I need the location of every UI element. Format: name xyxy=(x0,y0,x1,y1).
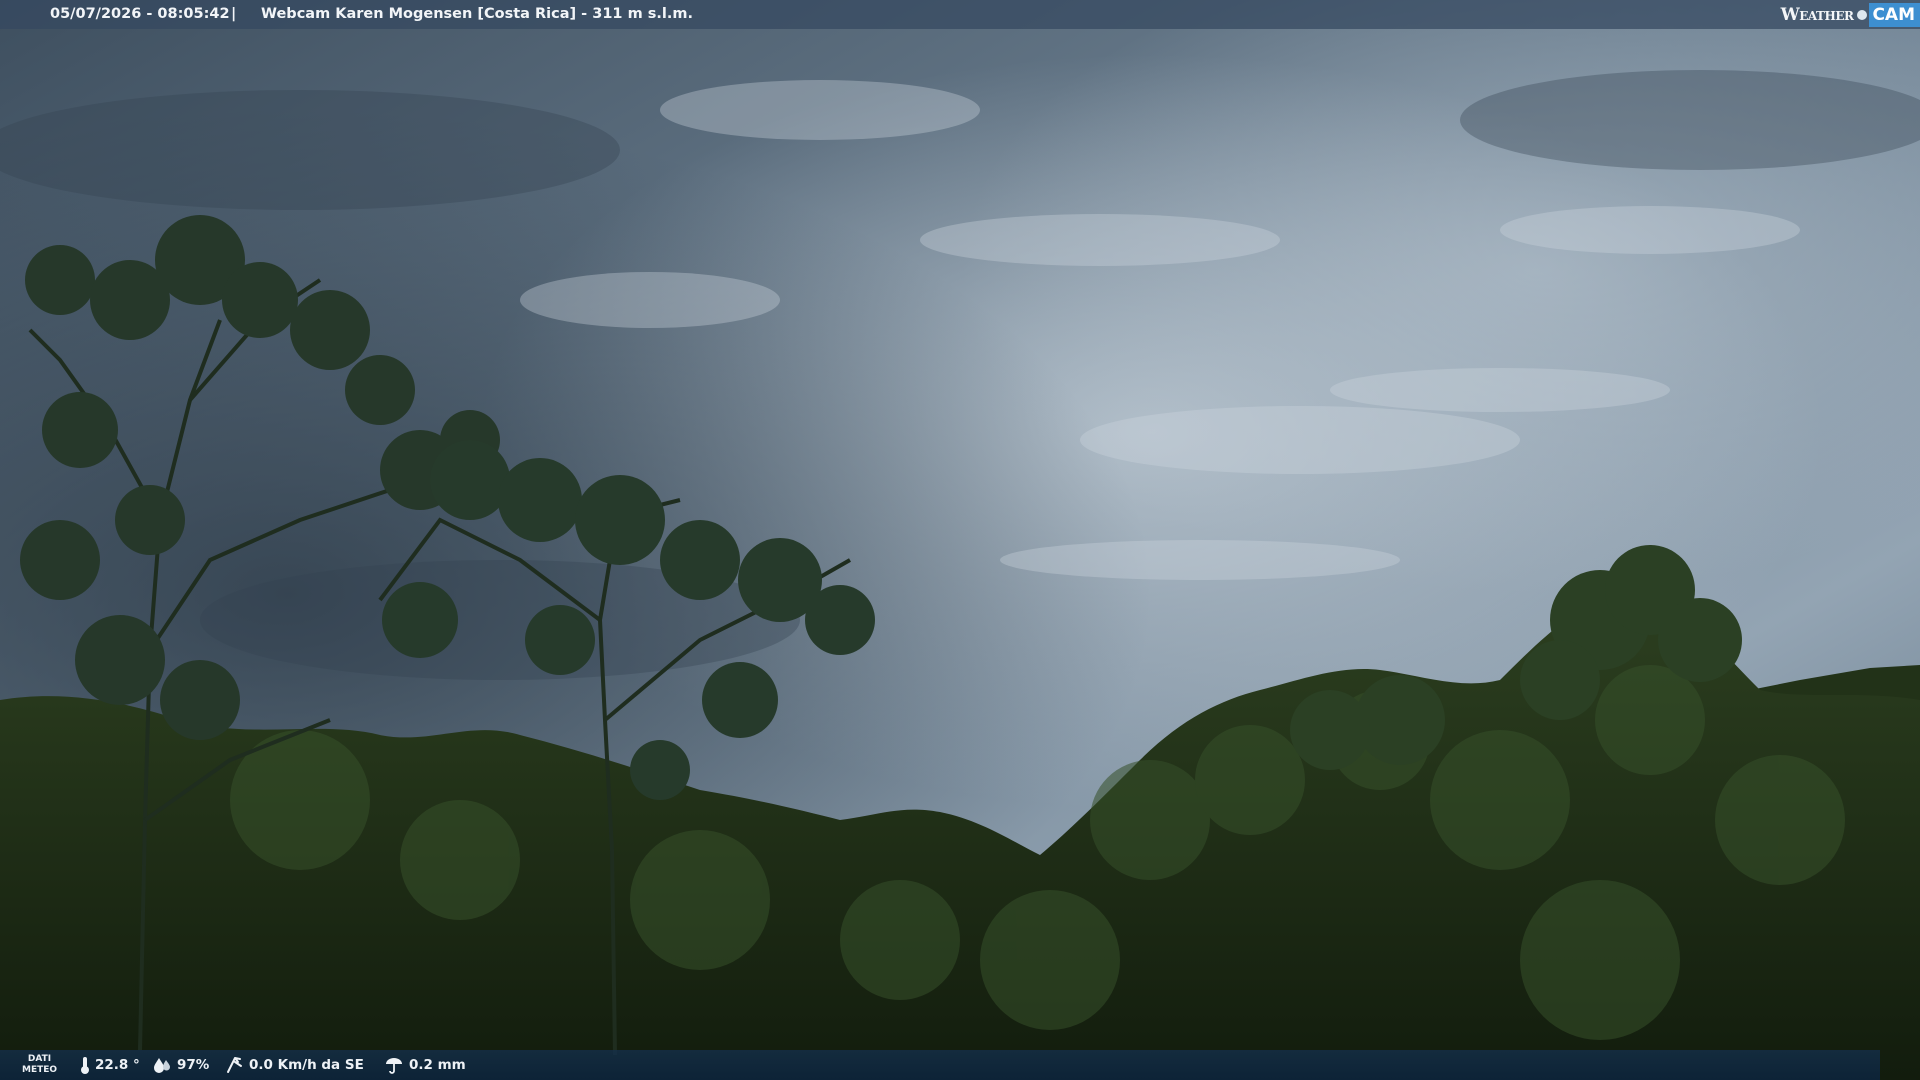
humidity-value: 97% xyxy=(177,1057,210,1073)
dati-line2: METEO xyxy=(22,1065,58,1075)
weathercam-logo: Weather CAM xyxy=(1781,1,1920,28)
wind-icon xyxy=(227,1057,242,1073)
weather-data-bar: DATI METEO 22.8 ° 97% 0.0 Km/h da SE 0.2… xyxy=(0,1050,1880,1080)
datetime-text: 05/07/2026 - 08:05:42 xyxy=(50,6,230,22)
top-info-bar: 05/07/2026 - 08:05:42 | Webcam Karen Mog… xyxy=(0,0,1920,29)
brand-cam: CAM xyxy=(1869,2,1920,27)
humidity-reading: 97% xyxy=(152,1056,209,1074)
wind-value: 0.0 Km/h da SE xyxy=(249,1057,364,1073)
rain-icon xyxy=(386,1058,402,1074)
temperature-value: 22.8 ° xyxy=(95,1057,140,1073)
logo-dot-icon xyxy=(1857,9,1868,20)
temperature-reading: 22.8 ° xyxy=(80,1056,140,1074)
dati-line1: DATI xyxy=(27,1054,52,1064)
webcam-title: Webcam Karen Mogensen [Costa Rica] - 311… xyxy=(261,6,693,22)
rain-value: 0.2 mm xyxy=(409,1057,466,1073)
brand-word: Weather xyxy=(1780,4,1854,25)
thermometer-icon xyxy=(81,1057,89,1074)
webcam-image xyxy=(0,0,1920,1080)
humidity-icon xyxy=(154,1058,170,1073)
wind-reading: 0.0 Km/h da SE xyxy=(226,1056,364,1074)
dati-meteo-label: DATI METEO xyxy=(22,1054,57,1076)
separator: | xyxy=(231,6,237,22)
rain-reading: 0.2 mm xyxy=(384,1056,466,1074)
